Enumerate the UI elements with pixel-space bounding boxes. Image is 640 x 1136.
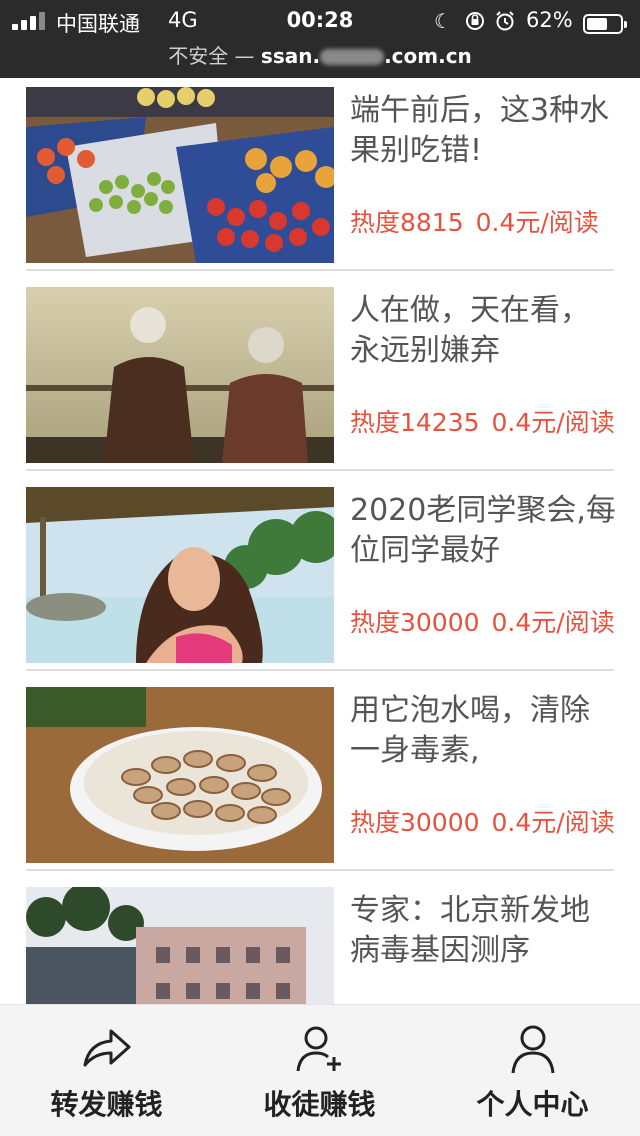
article-item[interactable]: 专家：北京新发地病毒基因测序	[26, 882, 614, 1004]
article-title[interactable]: 用它泡水喝，清除一身毒素,	[350, 682, 616, 800]
tab-label: 个人中心	[476, 1088, 589, 1121]
tab-label: 转发赚钱	[50, 1088, 163, 1121]
battery-percent: 62%	[526, 8, 573, 32]
article-title[interactable]: 专家：北京新发地病毒基因测序	[350, 882, 616, 1000]
article-item[interactable]: 用它泡水喝，清除一身毒素, 热度30000 0.4元/阅读	[26, 682, 616, 882]
moon-icon: ☾	[434, 9, 452, 33]
security-warning: 不安全 —	[168, 44, 255, 68]
article-price: 0.4元/阅读	[475, 208, 599, 237]
article-meta: 热度14235 0.4元/阅读	[350, 404, 618, 442]
article-heat: 热度14235	[350, 408, 480, 437]
article-thumbnail[interactable]	[26, 287, 334, 463]
article-meta: 热度30000 0.4元/阅读	[350, 804, 618, 842]
add-user-icon	[294, 1023, 346, 1075]
article-title[interactable]: 端午前后，这3种水果别吃错!	[350, 82, 616, 200]
article-meta: 热度30000 0.4元/阅读	[350, 604, 618, 642]
tab-profile[interactable]: 个人中心	[426, 1005, 639, 1136]
url-domain-start: ssan.	[260, 44, 321, 68]
article-price: 0.4元/阅读	[491, 408, 615, 437]
bottom-tab-bar: 转发赚钱 收徒赚钱 个人中心	[0, 1004, 640, 1136]
article-price: 0.4元/阅读	[491, 808, 615, 837]
article-feed[interactable]: 端午前后，这3种水果别吃错! 热度8815 0.4元/阅读 人在做，天在看，永远别…	[0, 78, 640, 1004]
status-bar: 中国联通 4G 00:28 ☾ 62% 不安全 — ssan. .com.cn	[0, 0, 640, 78]
article-thumbnail[interactable]	[26, 887, 334, 1004]
url-domain-end: .com.cn	[384, 44, 472, 68]
user-profile-icon	[507, 1023, 559, 1075]
alarm-icon	[494, 10, 516, 36]
url-redacted-segment	[320, 49, 385, 65]
article-item[interactable]: 人在做，天在看，永远别嫌弃 热度14235 0.4元/阅读	[26, 282, 616, 482]
article-meta: 热度8815 0.4元/阅读	[350, 204, 618, 242]
article-heat: 热度30000	[350, 608, 480, 637]
divider	[26, 669, 614, 671]
divider	[26, 869, 614, 871]
article-heat: 热度8815	[350, 208, 464, 237]
tab-recruit-earn[interactable]: 收徒赚钱	[213, 1005, 426, 1136]
article-thumbnail[interactable]	[26, 87, 334, 263]
tab-share-earn[interactable]: 转发赚钱	[0, 1005, 213, 1136]
article-item[interactable]: 端午前后，这3种水果别吃错! 热度8815 0.4元/阅读	[26, 82, 614, 282]
article-heat: 热度30000	[350, 808, 480, 837]
divider	[26, 269, 614, 271]
article-title[interactable]: 人在做，天在看，永远别嫌弃	[350, 282, 616, 400]
tab-label: 收徒赚钱	[263, 1088, 376, 1121]
share-forward-icon	[81, 1023, 133, 1075]
article-item[interactable]: 2020老同学聚会,每位同学最好 热度30000 0.4元/阅读	[26, 482, 616, 682]
article-thumbnail[interactable]	[26, 487, 334, 663]
divider	[26, 469, 614, 471]
orientation-lock-icon	[464, 10, 486, 36]
article-thumbnail[interactable]	[26, 687, 334, 863]
battery-icon	[583, 14, 627, 34]
system-icons: ☾	[434, 8, 524, 34]
article-title[interactable]: 2020老同学聚会,每位同学最好	[350, 482, 616, 600]
url-bar[interactable]: 不安全 — ssan. .com.cn	[0, 40, 640, 69]
article-price: 0.4元/阅读	[491, 608, 615, 637]
